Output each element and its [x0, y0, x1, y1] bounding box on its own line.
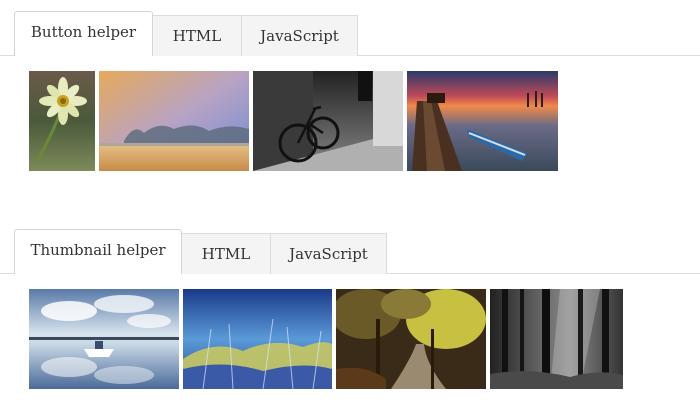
- thumbnail-forest-path[interactable]: [336, 289, 486, 389]
- thumbnail-grass-sky[interactable]: [183, 289, 332, 389]
- thumbnail-bicycle[interactable]: [253, 71, 403, 171]
- thumbnail-misty-lake[interactable]: [99, 71, 249, 171]
- tab-javascript[interactable]: JavaScript: [270, 233, 387, 274]
- thumbnail-boat-lake[interactable]: [29, 289, 179, 389]
- button-helper-section: Button helper HTML JavaScript: [0, 11, 700, 176]
- thumbnail-daisy[interactable]: [29, 71, 95, 171]
- tab-thumbnail-helper[interactable]: Thumbnail helper: [14, 229, 182, 274]
- tab-html[interactable]: HTML: [181, 233, 271, 274]
- tab-bar: Button helper HTML JavaScript: [0, 11, 700, 56]
- thumbnail-pier-sunset[interactable]: [407, 71, 558, 171]
- thumbnail-helper-section: Thumbnail helper HTML JavaScript: [0, 229, 700, 394]
- tab-html[interactable]: HTML: [152, 15, 242, 56]
- tab-bar: Thumbnail helper HTML JavaScript: [0, 229, 700, 274]
- thumbnail-dark-forest[interactable]: [490, 289, 623, 389]
- tab-javascript[interactable]: JavaScript: [241, 15, 358, 56]
- tab-button-helper[interactable]: Button helper: [14, 11, 153, 56]
